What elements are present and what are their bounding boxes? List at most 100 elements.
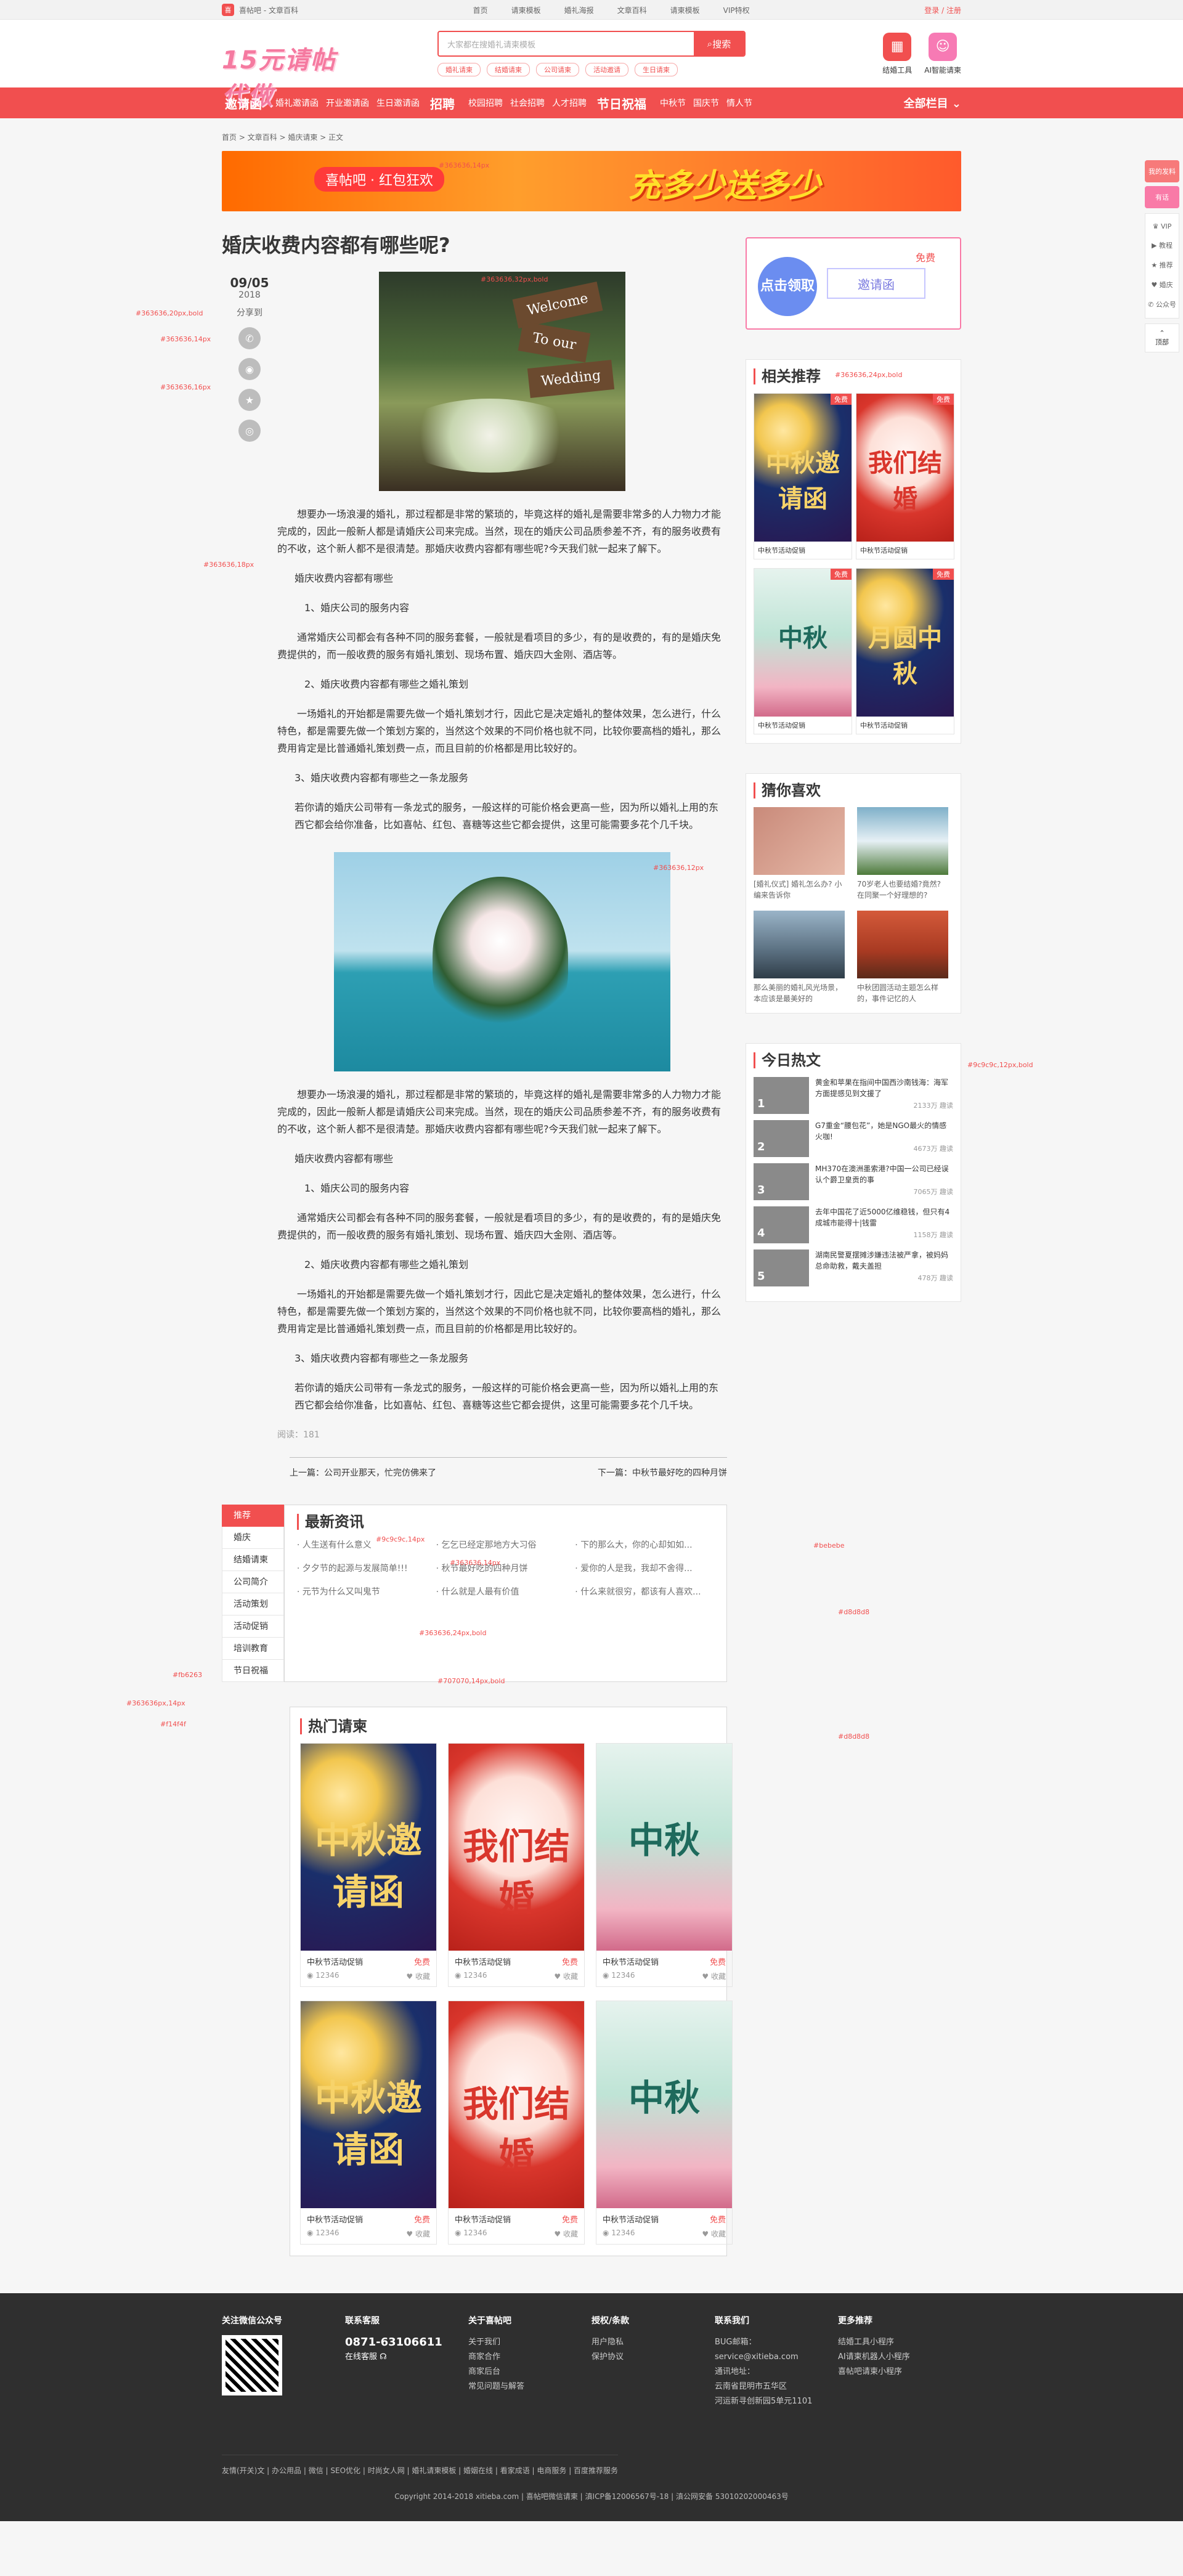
invitation-card[interactable]: 中秋 中秋节活动促销 免费 ◉ 12346 ♥ 收藏 [596, 2001, 733, 2245]
search-button[interactable]: ⌕ 搜索 [694, 32, 744, 55]
tab-wedding[interactable]: 婚庆 [222, 1527, 284, 1549]
invitation-card[interactable]: 我们结婚 中秋节活动促销 免费 ◉ 12346 ♥ 收藏 [448, 2001, 585, 2245]
nav-group-recruit[interactable]: 招聘 [430, 94, 455, 112]
related-card[interactable]: 免费 月圆中秋 中秋节活动促销 [856, 568, 954, 734]
promo-banner[interactable]: 喜帖吧 · 红包狂欢 充多少送多少 [222, 151, 961, 211]
nav-item[interactable]: 开业邀请函 [326, 97, 369, 109]
search-tag[interactable]: 婚礼请柬 [437, 63, 481, 76]
invitation-card[interactable]: 我们结婚 中秋节活动促销 免费 ◉ 12346 ♥ 收藏 [448, 1743, 585, 1987]
tab-education[interactable]: 培训教育 [222, 1638, 284, 1660]
hot-article[interactable]: 3 MH370在澳洲墨索港?中国一公司已经误认个爵卫皇贡的事 7065万 趣读 [754, 1163, 953, 1200]
tab-invitation[interactable]: 结婚请柬 [222, 1549, 284, 1571]
top-link-templates[interactable]: 请柬模板 [511, 5, 541, 15]
wechat-account-button[interactable]: ✆ 公众号 [1145, 295, 1179, 314]
footer-link[interactable]: 保护协议 [592, 2350, 715, 2365]
footer-link[interactable]: 商家后台 [468, 2365, 592, 2379]
news-item[interactable]: 下的那么大，你的心却如如... [575, 1538, 714, 1551]
favorite-button[interactable]: ♥ 收藏 [702, 2229, 726, 2239]
footer-link[interactable]: 常见问题与解答 [468, 2379, 592, 2394]
site-brand[interactable]: 喜 喜帖吧 - 文章百科 [222, 4, 298, 16]
qq-share-icon[interactable]: ◉ [238, 358, 261, 380]
news-item[interactable]: 元节为什么又叫鬼节 [297, 1585, 436, 1598]
favorite-button[interactable]: ♥ 收藏 [406, 2229, 430, 2239]
tutorial-button[interactable]: ▶ 教程 [1145, 235, 1179, 255]
footer-link[interactable]: 用户隐私 [592, 2335, 715, 2350]
next-article-link[interactable]: 下一篇：中秋节最好吃的四种月饼 [598, 1466, 727, 1479]
tab-promo[interactable]: 活动促销 [222, 1615, 284, 1638]
my-materials-button[interactable]: 我的发料 [1145, 160, 1179, 182]
tab-festival[interactable]: 节日祝福 [222, 1660, 284, 1682]
qzone-share-icon[interactable]: ★ [238, 389, 261, 411]
site-logo[interactable]: 15元请帖代做 [222, 29, 345, 110]
related-card[interactable]: 免费 我们结婚 中秋节活动促销 [856, 393, 954, 559]
wechat-share-icon[interactable]: ✆ [238, 327, 261, 349]
feedback-button[interactable]: 有话 [1145, 186, 1179, 208]
search-tag[interactable]: 生日请柬 [635, 63, 678, 76]
nav-item[interactable]: 国庆节 [693, 97, 719, 109]
guess-item[interactable]: 那么美丽的婚礼风光场景，本应该是最美好的 [754, 911, 845, 1004]
nav-item[interactable]: 生日邀请函 [376, 97, 420, 109]
breadcrumb[interactable]: 首页 > 文章百科 > 婚庆请柬 > 正文 [222, 118, 961, 151]
free-invitation-ad[interactable]: 点击领取 免费 邀请函 [746, 237, 961, 330]
weibo-share-icon[interactable]: ◎ [238, 420, 261, 442]
top-link-templates-2[interactable]: 请柬模板 [670, 5, 700, 15]
tab-company[interactable]: 公司简介 [222, 1571, 284, 1593]
prev-article-link[interactable]: 上一篇：公司开业那天，忙完仿佛来了 [290, 1466, 436, 1479]
favorite-button[interactable]: ♥ 收藏 [406, 1971, 430, 1981]
friend-links[interactable]: 友情(开关)文 | 办公用品 | 微信 | SEO优化 | 时尚女人网 | 婚礼… [222, 2455, 619, 2486]
login-link[interactable]: 登录 / 注册 [924, 5, 961, 15]
wedding-button[interactable]: ♥ 婚庆 [1145, 275, 1179, 295]
contact-email[interactable]: service@xitieba.com [715, 2350, 838, 2365]
ai-invitation-button[interactable]: ☺ AI智能请柬 [924, 32, 961, 75]
hot-article[interactable]: 2 G7重金“腰包花”，她是NGO最火的情感火咖! 4673万 趣读 [754, 1120, 953, 1157]
invitation-card[interactable]: 中秋邀请函 中秋节活动促销 免费 ◉ 12346 ♥ 收藏 [300, 1743, 437, 1987]
tab-planning[interactable]: 活动策划 [222, 1593, 284, 1615]
nav-group-invitation[interactable]: 邀请函 [225, 94, 262, 112]
hot-article[interactable]: 4 去年中国花了近5000亿维稳钱，但只有4成城市能得十|钱雷 1158万 趣读 [754, 1206, 953, 1243]
top-link-home[interactable]: 首页 [473, 5, 488, 15]
online-service-link[interactable]: 在线客服 ☊ [345, 2350, 468, 2365]
wedding-tools-button[interactable]: ▦ 结婚工具 [882, 32, 912, 75]
nav-item[interactable]: 人才招聘 [552, 97, 587, 109]
all-columns-menu[interactable]: 全部栏目 ⌄ [904, 95, 961, 111]
search-tag[interactable]: 结婚请柬 [487, 63, 530, 76]
top-link-wiki[interactable]: 文章百科 [617, 5, 647, 15]
news-item[interactable]: 爱你的人是我，我却不舍得... [575, 1562, 714, 1574]
search-tag[interactable]: 公司请柬 [536, 63, 579, 76]
guess-item[interactable]: 70岁老人也要结婚?竟然? 在同聚一个好理想的? [857, 807, 948, 901]
top-link-posters[interactable]: 婚礼海报 [564, 5, 594, 15]
nav-group-festival[interactable]: 节日祝福 [597, 94, 646, 112]
favorite-button[interactable]: ♥ 收藏 [702, 1971, 726, 1981]
guess-item[interactable]: [婚礼仪式] 婚礼怎么办? 小编来告诉你 [754, 807, 845, 901]
claim-button[interactable]: 点击领取 [758, 257, 817, 316]
footer-link[interactable]: 关于我们 [468, 2335, 592, 2350]
footer-link[interactable]: 商家合作 [468, 2350, 592, 2365]
recommend-button[interactable]: ★ 推荐 [1145, 255, 1179, 275]
news-item[interactable]: 乞乞已经定那地方大习俗 [436, 1538, 575, 1551]
back-to-top-button[interactable]: ⌃ 顶部 [1145, 323, 1179, 352]
nav-item[interactable]: 中秋节 [660, 97, 686, 109]
invitation-card[interactable]: 中秋 中秋节活动促销 免费 ◉ 12346 ♥ 收藏 [596, 1743, 733, 1987]
footer-link[interactable]: 结婚工具小程序 [838, 2335, 961, 2350]
favorite-button[interactable]: ♥ 收藏 [554, 2229, 578, 2239]
footer-link[interactable]: 喜帖吧请柬小程序 [838, 2365, 961, 2379]
hot-article[interactable]: 1 黄金和苹果在指间中国西沙南钱海：海军方面提感见到文援了 2133万 趣读 [754, 1077, 953, 1114]
favorite-button[interactable]: ♥ 收藏 [554, 1971, 578, 1981]
related-card[interactable]: 免费 中秋 中秋节活动促销 [754, 568, 852, 734]
top-link-vip[interactable]: VIP特权 [723, 5, 750, 15]
news-item[interactable]: 什么就是人最有价值 [436, 1585, 575, 1598]
hot-article[interactable]: 5 湖南民警夏摆摊涉嫌违法被严拿，被妈妈总命助救，戴夫盖担 478万 趣读 [754, 1249, 953, 1286]
news-item[interactable]: 什么来就很穷，都该有人喜欢... [575, 1585, 714, 1598]
search-tag[interactable]: 活动邀请 [585, 63, 628, 76]
vip-button[interactable]: ♛ VIP [1145, 217, 1179, 235]
nav-item[interactable]: 校园招聘 [468, 97, 503, 109]
tab-recommend[interactable]: 推荐 [222, 1505, 284, 1527]
nav-item[interactable]: 社会招聘 [510, 97, 545, 109]
invitation-card[interactable]: 中秋邀请函 中秋节活动促销 免费 ◉ 12346 ♥ 收藏 [300, 2001, 437, 2245]
guess-item[interactable]: 中秋团圆活动主题怎么样的，事件记忆的人 [857, 911, 948, 1004]
footer-link[interactable]: AI请柬机器人小程序 [838, 2350, 961, 2365]
nav-item[interactable]: 婚礼邀请函 [275, 97, 319, 109]
search-input[interactable]: 大家都在搜婚礼请柬模板 [439, 32, 694, 55]
news-item[interactable]: 夕夕节的起源与发展简单!!! [297, 1562, 436, 1574]
nav-item[interactable]: 情人节 [726, 97, 752, 109]
